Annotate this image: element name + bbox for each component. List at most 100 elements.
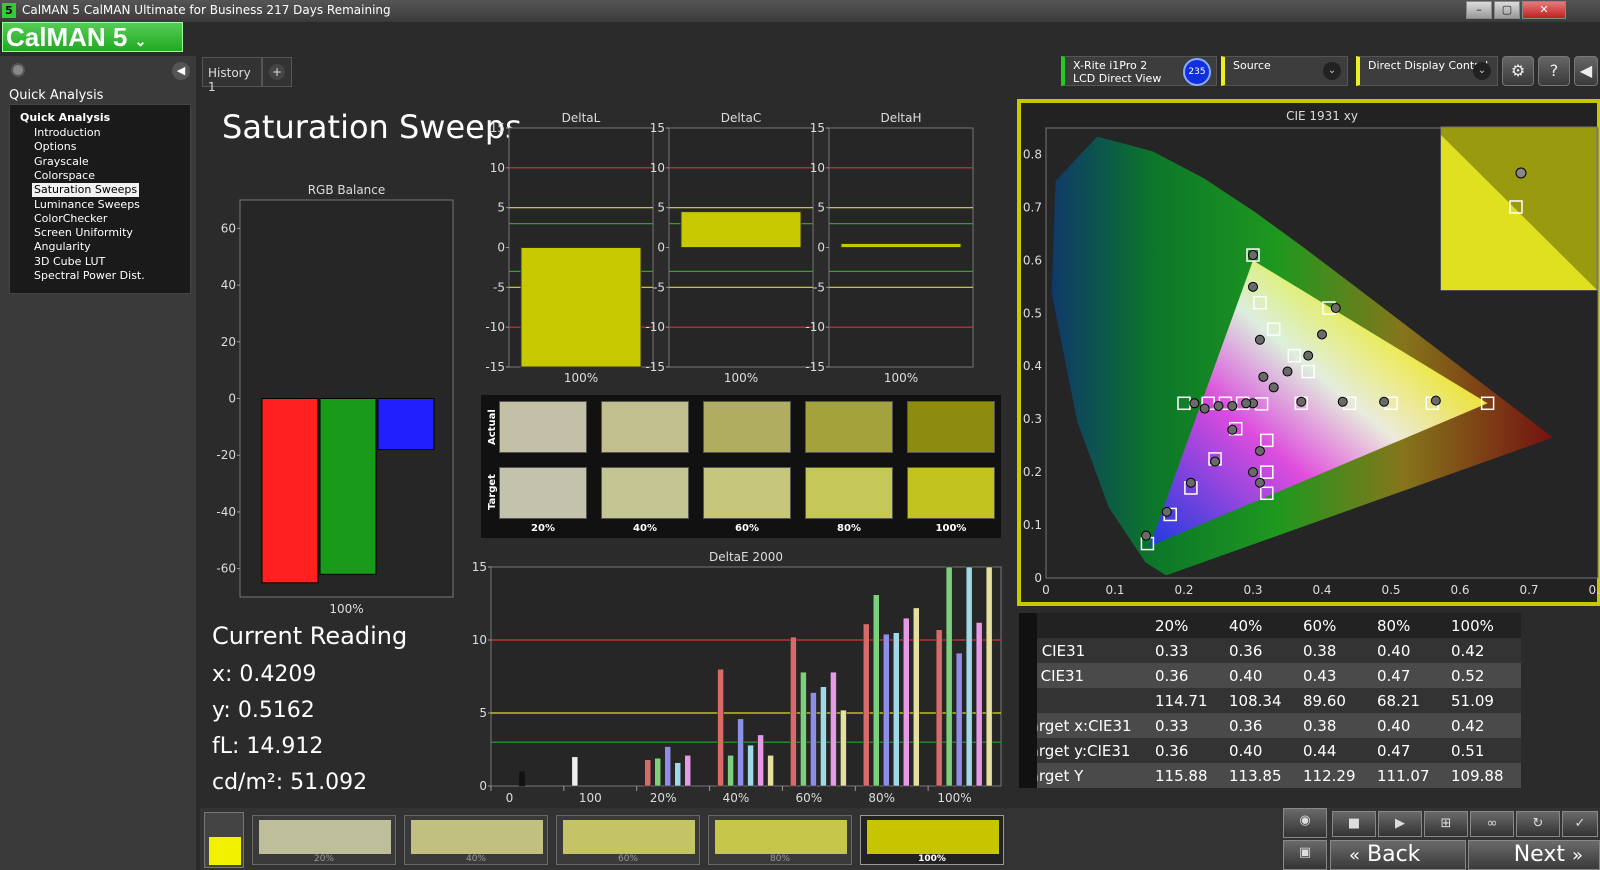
table-cell: 108.34 <box>1225 688 1299 713</box>
actual-marker <box>1337 396 1348 407</box>
table-cell: 0.40 <box>1225 738 1299 763</box>
table-cell: 0.33 <box>1151 638 1225 663</box>
single-read-icon[interactable]: ⊞ <box>1424 811 1468 837</box>
table-cell: 0.47 <box>1373 738 1447 763</box>
play-icon[interactable]: ▶ <box>1378 811 1422 837</box>
actual-marker <box>1161 506 1172 517</box>
check-icon[interactable]: ✓ <box>1562 811 1598 837</box>
back-button[interactable]: « Back <box>1330 840 1466 870</box>
progress-swatch[interactable]: 20% <box>252 815 396 865</box>
table-cell: 109.88 <box>1447 763 1521 788</box>
chevron-left-icon: « <box>1349 845 1361 866</box>
y-tick-label: 0.7 <box>1023 200 1042 214</box>
bar <box>684 755 691 787</box>
target-swatch <box>907 467 995 519</box>
deltac-chart: DeltaC 15 10 5 0 -5 -10 -15 100% <box>645 111 814 385</box>
record-icon[interactable]: ◉ <box>1283 808 1327 838</box>
refresh-icon[interactable]: ↻ <box>1516 811 1560 837</box>
table-cell: 113.85 <box>1225 763 1299 788</box>
y-tick-label: -5 <box>493 280 505 294</box>
y-tick-label: -10 <box>645 320 665 334</box>
swatch-label: 40% <box>465 854 486 864</box>
stop-icon[interactable]: ■ <box>1332 811 1376 837</box>
reading-fl: fL: 14.912 <box>212 734 324 759</box>
bar <box>261 398 319 584</box>
next-label: Next <box>1513 842 1565 867</box>
actual-marker <box>1248 250 1258 261</box>
table-cell: 111.07 <box>1373 763 1447 788</box>
current-swatch-indicator[interactable] <box>204 812 244 868</box>
swatch-label: 40% <box>633 523 657 534</box>
table-row-marker <box>1019 613 1037 788</box>
swatch-label: 80% <box>769 854 790 864</box>
actual-marker <box>1185 477 1196 488</box>
x-tick-label: 0 <box>506 791 514 805</box>
progress-swatch[interactable]: 60% <box>556 815 700 865</box>
next-button[interactable]: Next » <box>1468 840 1600 870</box>
table-row: Target y:CIE31 0.36 0.40 0.44 0.47 0.51 <box>1019 738 1521 763</box>
table-cell: 0.43 <box>1299 663 1373 688</box>
actual-swatch <box>805 401 893 453</box>
back-label: Back <box>1367 842 1421 867</box>
chart-title: DeltaE 2000 <box>709 550 783 564</box>
table-cell: 0.33 <box>1151 713 1225 738</box>
xy-data-table: 20% 40% 60% 80% 100% x: CIE31 0.33 0.36 0.38 0.40… <box>1019 613 1521 788</box>
y-tick-label: 0.5 <box>1023 306 1042 320</box>
bar <box>830 671 837 787</box>
chevron-right-icon: » <box>1571 845 1583 866</box>
continuous-icon[interactable]: ∞ <box>1470 811 1514 837</box>
x-tick-label: 40% <box>723 791 750 805</box>
actual-marker <box>1189 398 1200 409</box>
y-tick-label: 0 <box>228 392 236 406</box>
chart-title: DeltaL <box>562 111 601 125</box>
bar <box>985 566 993 787</box>
actual-swatch <box>499 401 587 453</box>
y-tick-label: 15 <box>472 560 487 574</box>
progress-swatch[interactable]: 100% <box>860 815 1004 865</box>
actual-marker <box>1241 398 1252 409</box>
table-cell: Target x:CIE31 <box>1019 713 1151 738</box>
table-cell: 0.40 <box>1373 713 1447 738</box>
y-tick-label: 0.8 <box>1023 147 1042 161</box>
progress-swatch[interactable]: 80% <box>708 815 852 865</box>
actual-marker <box>1254 334 1265 345</box>
bar <box>790 636 797 787</box>
y-tick-label: 0 <box>817 241 825 255</box>
swatch-label: 60% <box>617 854 638 864</box>
y-tick-label: -40 <box>216 505 236 519</box>
y-tick-label: 5 <box>657 201 665 215</box>
y-tick-label: 20 <box>221 335 236 349</box>
table-cell: 0.51 <box>1447 738 1521 763</box>
current-color <box>209 837 241 865</box>
chart-title: DeltaC <box>721 111 761 125</box>
y-tick-label: -10 <box>485 320 505 334</box>
x-tick-label: 0.2 <box>1174 583 1193 597</box>
actual-marker <box>1330 303 1341 313</box>
target-label: Target <box>487 474 498 510</box>
actual-swatch <box>601 401 689 453</box>
reading-cdm2: cd/m²: 51.092 <box>212 770 368 795</box>
table-header-row: 20% 40% 60% 80% 100% <box>1019 613 1521 638</box>
actual-swatch <box>907 401 995 453</box>
bar <box>810 692 817 787</box>
actual-swatch <box>703 401 791 453</box>
actual-marker <box>1258 371 1269 382</box>
bar <box>674 762 681 787</box>
stop-square-icon[interactable]: ▣ <box>1283 840 1327 870</box>
table-cell: Target Y <box>1019 763 1151 788</box>
table-cell: 0.40 <box>1373 638 1447 663</box>
column-header: 80% <box>1373 613 1447 638</box>
bar <box>935 629 943 787</box>
x-tick-label: 100% <box>884 371 918 385</box>
progress-swatch[interactable]: 40% <box>404 815 548 865</box>
actual-marker <box>1210 456 1221 467</box>
bar <box>747 744 754 787</box>
actual-marker <box>1317 329 1327 340</box>
actual-marker <box>1303 350 1314 361</box>
actual-marker <box>1227 400 1238 411</box>
y-tick-label: -15 <box>805 360 825 374</box>
table-cell: 0.36 <box>1225 638 1299 663</box>
table-cell: 0.42 <box>1447 713 1521 738</box>
table-row: Target x:CIE31 0.33 0.36 0.38 0.40 0.42 <box>1019 713 1521 738</box>
y-tick-label: -15 <box>485 360 505 374</box>
